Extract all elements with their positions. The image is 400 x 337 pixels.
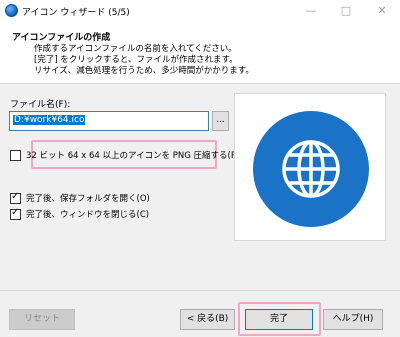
png-compress-option[interactable]: 32 ビット 64 x 64 以上のアイコンを PNG 圧縮する(P) [10, 149, 239, 161]
window-title: アイコン ウィザード (5/5) [22, 8, 130, 18]
filename-label: ファイル名(F): [10, 100, 71, 110]
footer-divider [0, 290, 400, 291]
open-folder-option[interactable]: 完了後、保存フォルダを開く(O) [10, 191, 150, 204]
finish-button[interactable]: 完了 [245, 309, 313, 330]
close-button[interactable]: ✕ [366, 0, 398, 22]
back-button[interactable]: < 戻る(B) [180, 309, 235, 330]
close-window-checkbox[interactable] [10, 207, 21, 220]
open-folder-checkbox[interactable] [10, 191, 21, 204]
globe-icon [253, 111, 369, 227]
icon-preview [234, 93, 386, 241]
minimize-button[interactable]: — [295, 0, 327, 22]
app-icon [5, 4, 18, 17]
title-bar: アイコン ウィザード (5/5) — □ ✕ [0, 0, 400, 22]
png-compress-checkbox[interactable] [10, 149, 21, 161]
png-compress-label: 32 ビット 64 x 64 以上のアイコンを PNG 圧縮する(P) [26, 151, 240, 161]
filename-value: D:¥work¥64.ico [13, 115, 86, 125]
browse-button[interactable]: ... [212, 111, 229, 131]
wizard-header: アイコンファイルの作成 作成するアイコンファイルの名前を入れてください。 [完了… [0, 22, 400, 84]
close-window-option[interactable]: 完了後、ウィンドウを閉じる(C) [10, 207, 150, 220]
header-description-line: リサイズ、減色処理を行うため、多少時間がかかります。 [34, 66, 254, 76]
maximize-button[interactable]: □ [330, 0, 362, 22]
filename-input[interactable]: D:¥work¥64.ico [9, 111, 209, 131]
help-button[interactable]: ヘルプ(H) [323, 309, 383, 330]
open-folder-label: 完了後、保存フォルダを開く(O) [26, 194, 150, 204]
close-window-label: 完了後、ウィンドウを閉じる(C) [26, 210, 150, 220]
reset-button[interactable]: リセット [9, 309, 75, 330]
